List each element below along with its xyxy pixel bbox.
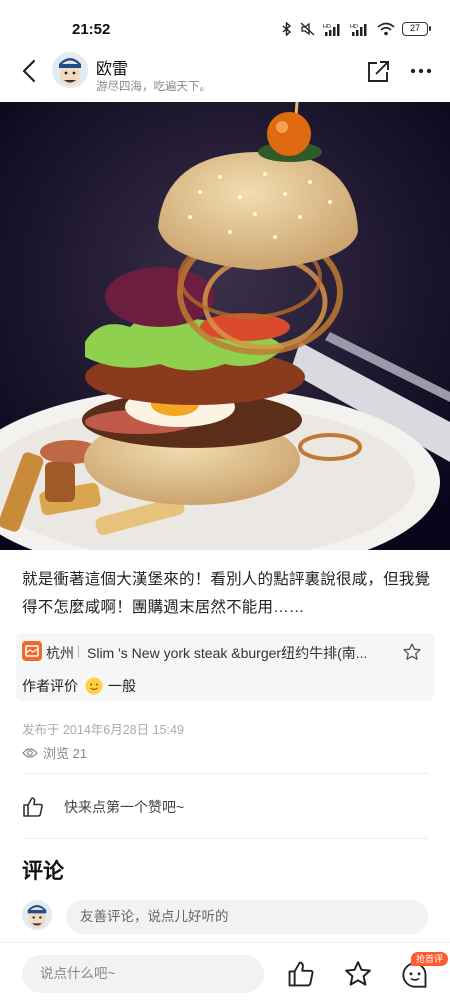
smile-emoji-icon (85, 677, 103, 695)
comment-avatar (22, 900, 52, 930)
like-button[interactable] (287, 960, 315, 988)
share-button[interactable] (364, 57, 392, 85)
bottom-bar: 说点什么吧~ 抢首评 (0, 942, 450, 1000)
share-icon (368, 61, 389, 82)
thumbs-up-icon (23, 797, 43, 817)
eye-icon (22, 747, 38, 758)
status-bar: 21:52 HD HD 27 (0, 0, 450, 44)
post-text: 就是衝著這個大漢堡來的！看別人的點評裏說很咸，但我覺得不怎麼咸啊！團購週末居然不… (22, 571, 431, 616)
back-button[interactable] (14, 56, 44, 86)
poi-name: Slim 's New york steak &burger纽约牛排(南... (87, 645, 368, 661)
comments-title: 评论 (22, 860, 64, 883)
poi-separator (78, 645, 79, 658)
more-dots-icon (410, 68, 432, 74)
status-icons: HD HD 27 (281, 22, 431, 36)
battery-icon: 27 (402, 22, 431, 36)
svg-text:HD: HD (350, 24, 358, 30)
like-prompt-row[interactable]: 快来点第一个赞吧~ (22, 796, 184, 818)
views-count: 浏览 21 (43, 746, 88, 761)
status-time: 21:52 (72, 21, 111, 38)
signal-hd-icon: HD (350, 24, 367, 36)
divider (22, 838, 428, 839)
favorite-star-icon[interactable] (402, 642, 422, 662)
signal-hd-icon: HD (323, 24, 340, 36)
thumbs-up-icon (288, 961, 314, 987)
mute-icon (300, 22, 315, 36)
poi-city: 杭州 (46, 645, 74, 661)
rating-label: 作者评价 (22, 678, 78, 694)
avatar[interactable] (52, 52, 88, 88)
divider (22, 773, 428, 774)
wifi-icon (377, 22, 395, 36)
author-bio: 游尽四海，吃遍天下。 (96, 81, 211, 93)
restaurant-icon (22, 641, 42, 661)
views-row: 浏览 21 (22, 743, 87, 762)
more-button[interactable] (406, 57, 436, 85)
post-photo[interactable] (0, 102, 450, 550)
publish-time: 发布于 2014年6月28日 15:49 (22, 723, 184, 737)
burger-photo-illustration (0, 102, 450, 550)
first-comment-badge: 抢首评 (411, 952, 449, 966)
poi-card[interactable]: 杭州 Slim 's New york steak &burger纽约牛排(南.… (16, 633, 434, 701)
back-arrow-icon (22, 59, 36, 83)
bottom-comment-input[interactable]: 说点什么吧~ (22, 955, 264, 993)
like-prompt-text: 快来点第一个赞吧~ (64, 799, 185, 815)
rating-value: 一般 (108, 678, 136, 694)
svg-text:HD: HD (323, 24, 331, 30)
bluetooth-icon (282, 22, 292, 36)
comment-input[interactable]: 友善评论，说点儿好听的 (66, 900, 428, 934)
favorite-button[interactable] (344, 960, 372, 988)
avatar-face-icon (22, 900, 52, 930)
author-name[interactable]: 欧雷 (96, 55, 128, 79)
avatar-face-icon (52, 52, 88, 88)
star-icon (345, 961, 371, 986)
header: 欧雷 游尽四海，吃遍天下。 (0, 44, 450, 100)
rating-row: 作者评价 一般 (22, 676, 136, 696)
